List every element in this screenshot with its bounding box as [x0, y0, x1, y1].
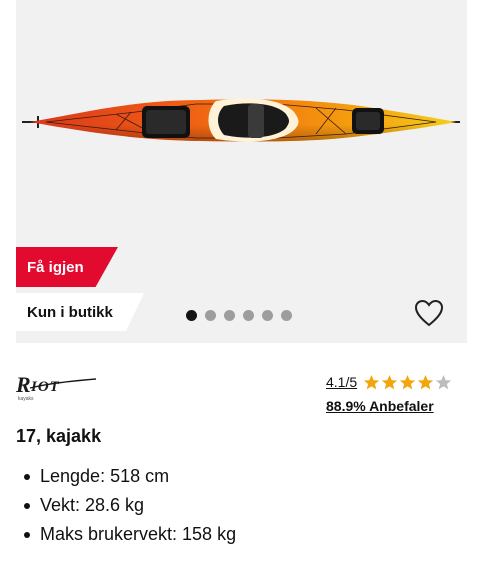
rating-stars [363, 374, 452, 391]
gallery-dot[interactable] [243, 310, 254, 321]
restock-badge-label: Få igjen [27, 258, 84, 276]
star-filled-icon [381, 374, 398, 389]
brand-sub-label: kayaks [18, 396, 34, 402]
gallery-dot[interactable] [262, 310, 273, 321]
gallery-pagination[interactable] [186, 310, 292, 321]
product-image[interactable] [16, 0, 467, 343]
heart-outline-icon [414, 299, 444, 327]
star-filled-icon [363, 374, 380, 389]
spec-item: Vekt: 28.6 kg [22, 491, 236, 520]
star-empty-icon [435, 374, 452, 389]
gallery-dot[interactable] [281, 310, 292, 321]
brand-logo[interactable]: R IOT kayaks [16, 372, 98, 402]
spec-list: Lengde: 518 cm Vekt: 28.6 kg Maks brukerve… [22, 462, 236, 549]
svg-text:R: R [16, 372, 31, 397]
spec-item: Maks brukervekt: 158 kg [22, 520, 236, 549]
star-filled-icon [417, 374, 434, 389]
product-title[interactable]: 17, kajakk [16, 426, 101, 447]
recommend-link[interactable]: 88.9% Anbefaler [326, 398, 471, 414]
spec-item: Lengde: 518 cm [22, 462, 236, 491]
kayak-image [22, 98, 460, 142]
favorite-button[interactable] [413, 297, 445, 329]
gallery-dot[interactable] [205, 310, 216, 321]
gallery-dot[interactable] [224, 310, 235, 321]
store-only-badge: Kun i butikk [16, 293, 144, 331]
gallery-dot[interactable] [186, 310, 197, 321]
store-only-badge-label: Kun i butikk [27, 303, 113, 321]
rating-block: 4.1/5 88.9% Anbefaler [326, 372, 471, 414]
star-filled-icon [399, 374, 416, 389]
product-card[interactable]: Få igjen Kun i butikk R IOT kayaks 4.1/5… [0, 0, 483, 575]
rating-score-link[interactable]: 4.1/5 [326, 374, 357, 390]
